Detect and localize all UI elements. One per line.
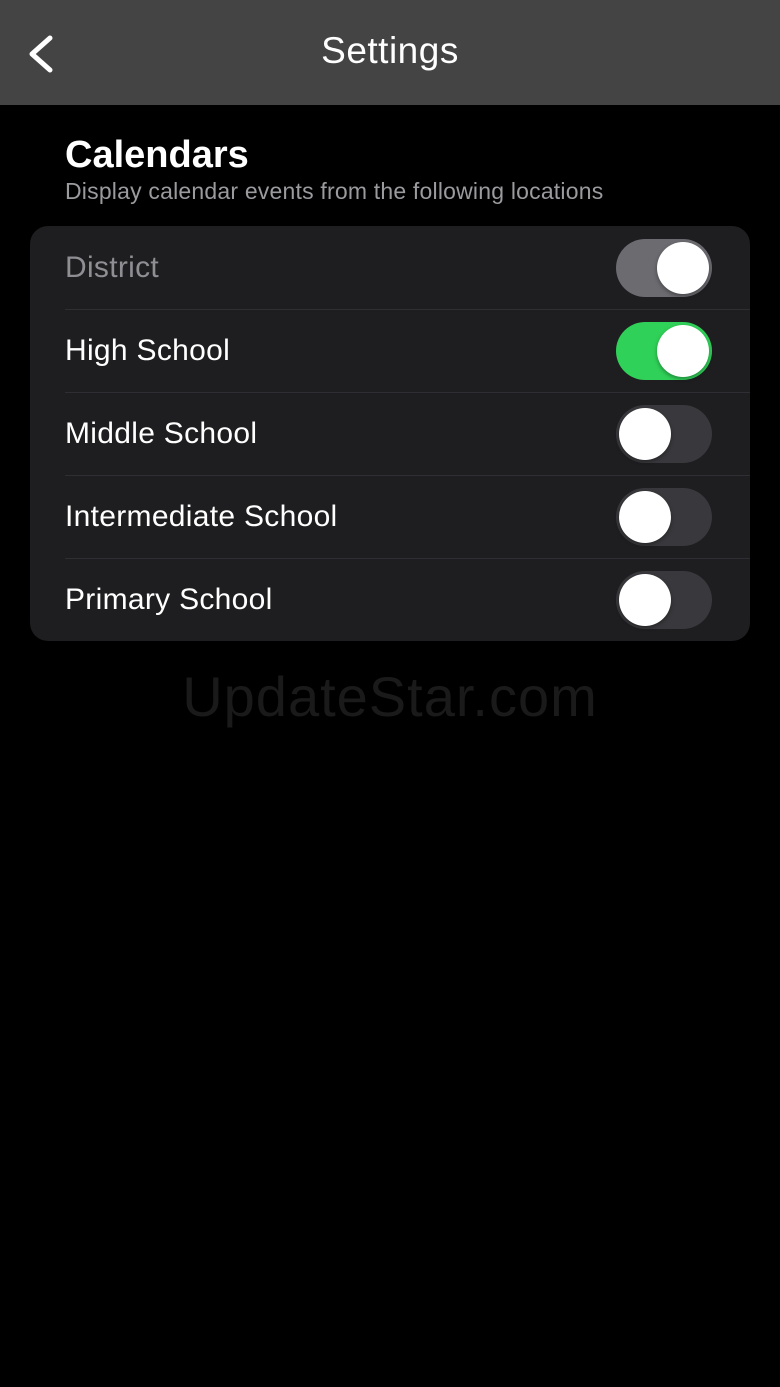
primary-school-toggle[interactable]	[616, 571, 712, 629]
toggle-knob	[619, 408, 671, 460]
calendar-row-district: District	[30, 226, 750, 309]
calendar-row-label: Middle School	[65, 417, 258, 450]
calendar-row-label: District	[65, 251, 160, 284]
calendar-row-intermediate-school: Intermediate School	[30, 475, 750, 558]
calendar-row-label: Intermediate School	[65, 500, 338, 533]
calendars-list: District High School Middle School Inter…	[30, 226, 750, 641]
calendar-row-middle-school: Middle School	[30, 392, 750, 475]
middle-school-toggle[interactable]	[616, 405, 712, 463]
high-school-toggle[interactable]	[616, 322, 712, 380]
intermediate-school-toggle[interactable]	[616, 488, 712, 546]
calendar-row-label: Primary School	[65, 583, 273, 616]
section-title: Calendars	[65, 134, 249, 176]
toggle-knob	[619, 574, 671, 626]
toggle-knob	[657, 325, 709, 377]
calendar-row-label: High School	[65, 334, 231, 367]
toggle-knob	[657, 242, 709, 294]
district-toggle[interactable]	[616, 239, 712, 297]
watermark: UpdateStar.com	[182, 665, 598, 728]
section-subtitle: Display calendar events from the followi…	[65, 178, 604, 204]
toggle-knob	[619, 491, 671, 543]
page-title: Settings	[321, 30, 459, 71]
calendars-section-header: Calendars Display calendar events from t…	[65, 133, 765, 205]
navigation-bar: Settings	[0, 0, 780, 105]
calendar-row-high-school: High School	[30, 309, 750, 392]
calendar-row-primary-school: Primary School	[30, 558, 750, 641]
